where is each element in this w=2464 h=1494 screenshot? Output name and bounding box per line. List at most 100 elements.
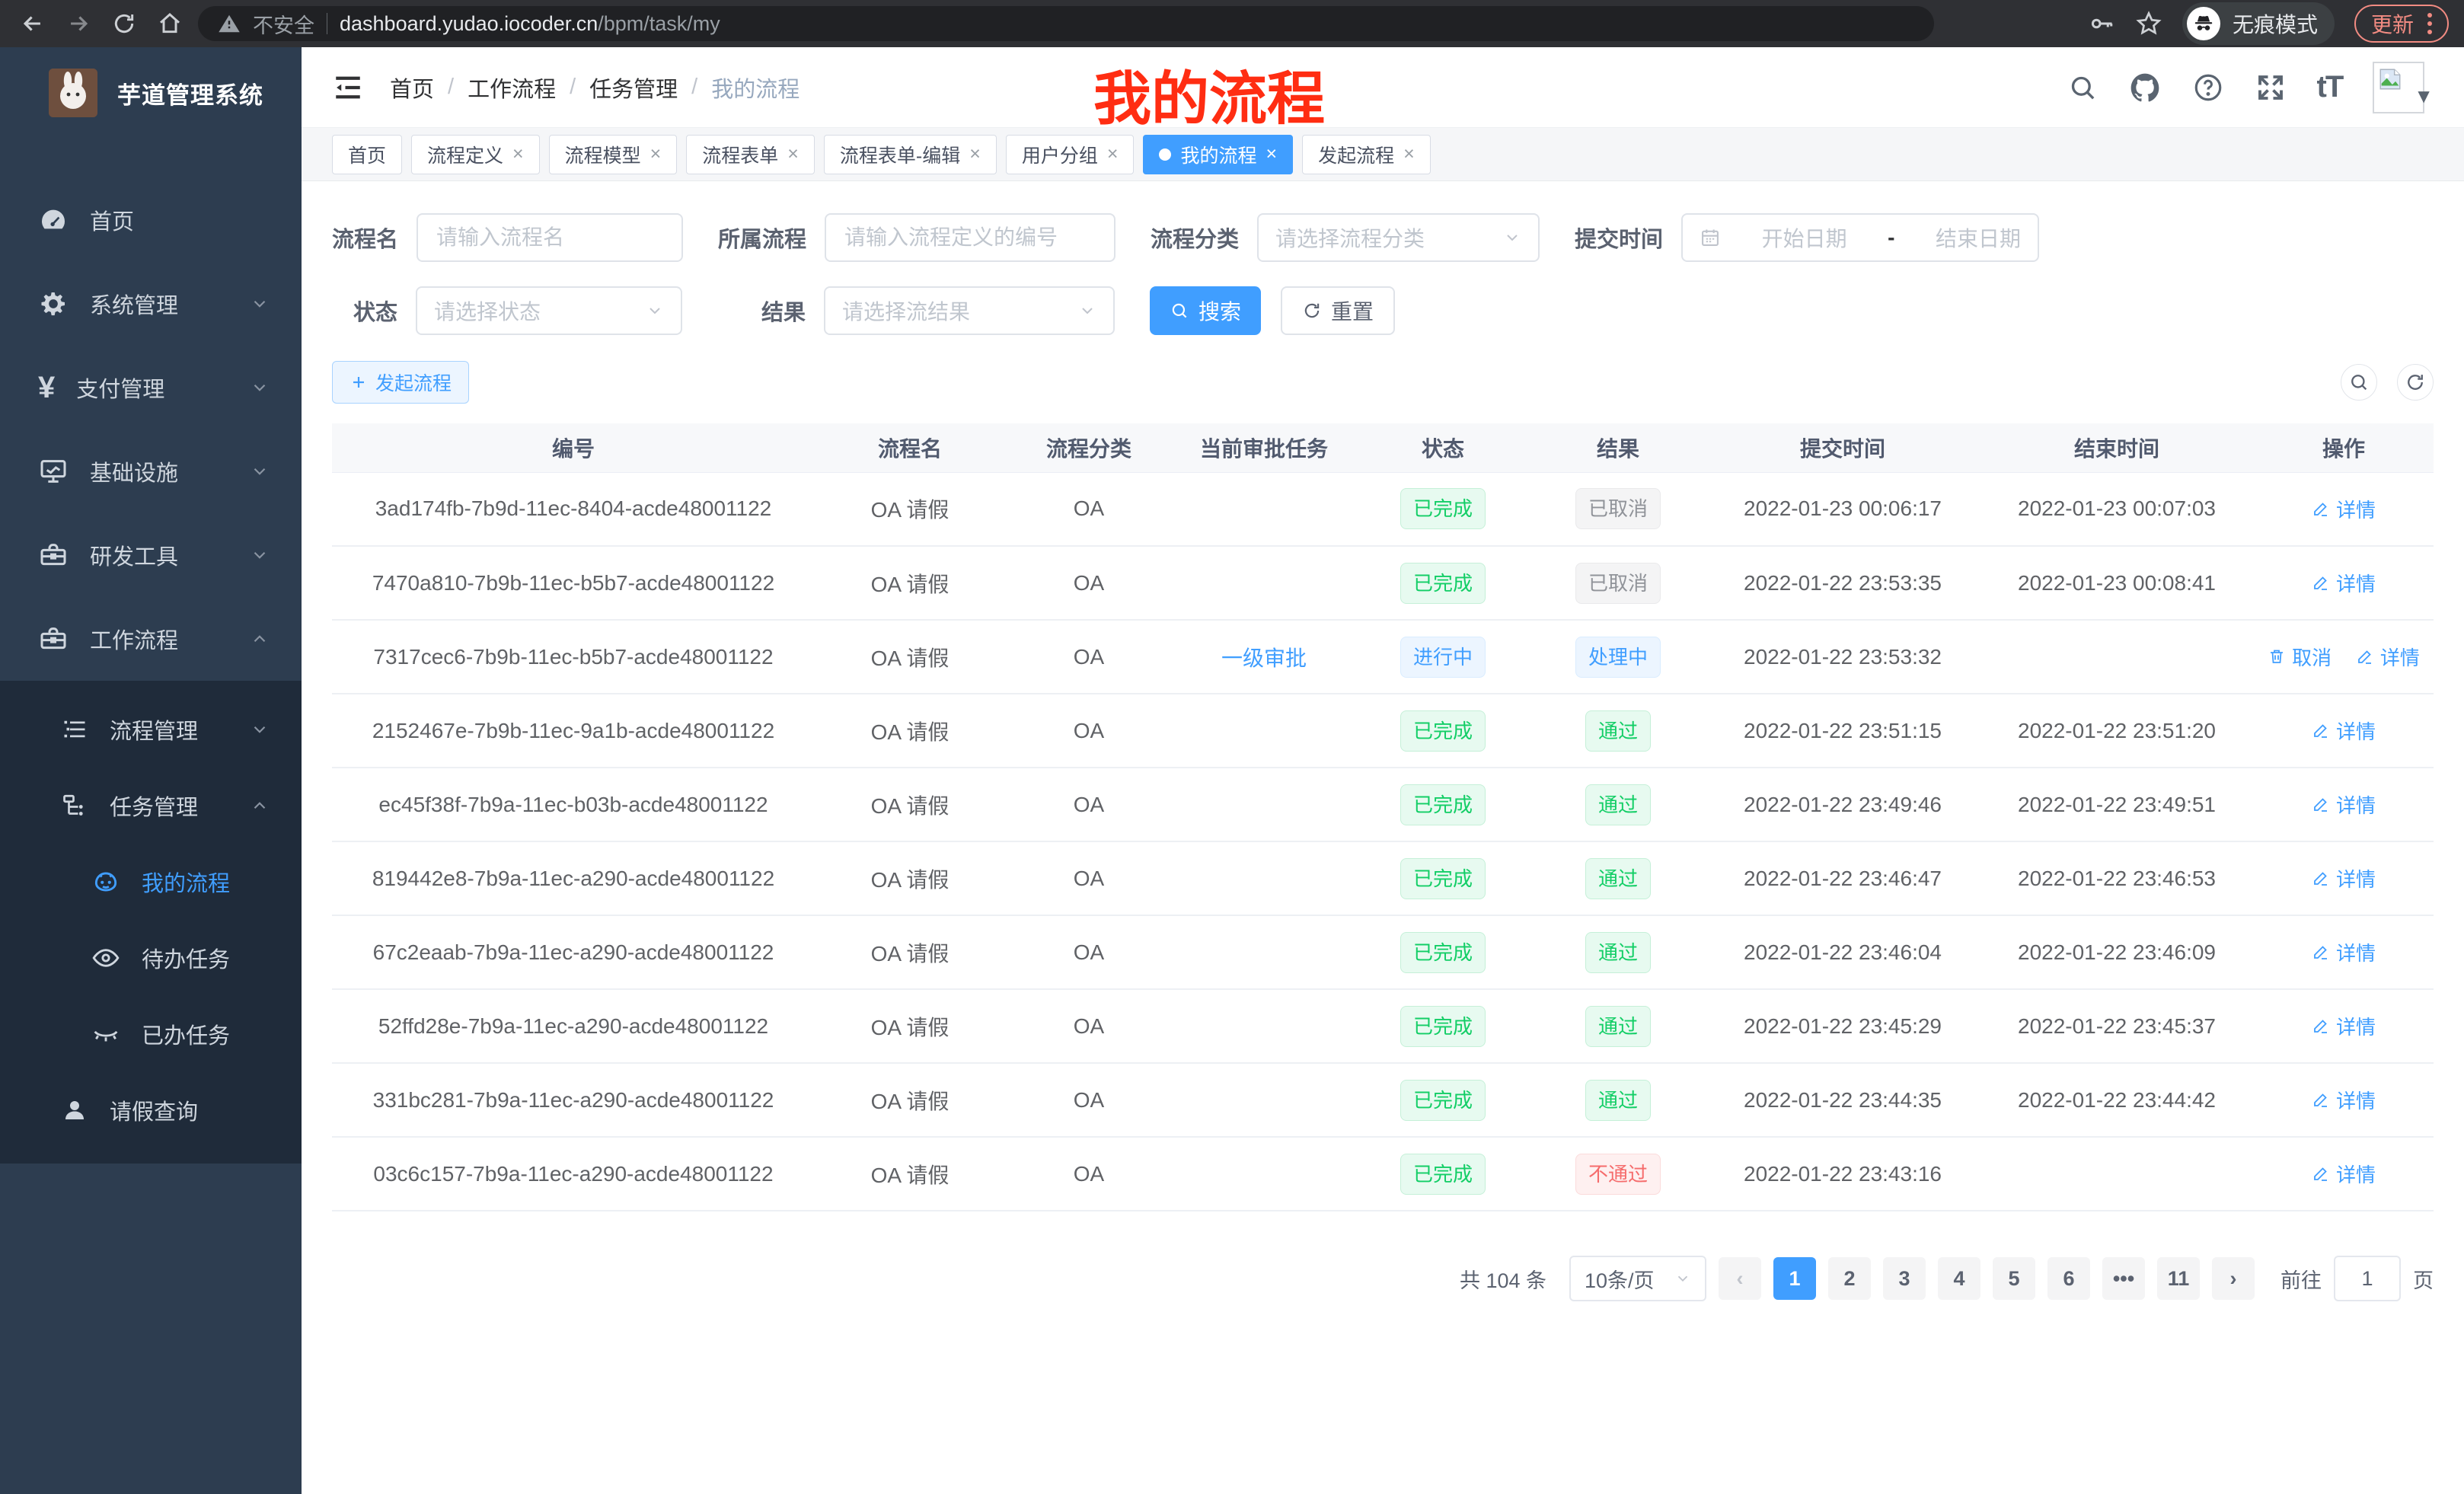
sidebar-item-infra[interactable]: 基础设施 bbox=[0, 429, 302, 513]
browser-reload-icon[interactable] bbox=[107, 6, 142, 41]
detail-link[interactable]: 详情 bbox=[2312, 569, 2376, 597]
next-page-button[interactable]: › bbox=[2212, 1257, 2255, 1300]
category-select[interactable]: 请选择流程分类 bbox=[1257, 213, 1540, 262]
page-button-5[interactable]: 5 bbox=[1993, 1257, 2035, 1300]
status-label: 状态 bbox=[353, 295, 397, 327]
process-name-input[interactable] bbox=[417, 213, 683, 262]
tab-process-form[interactable]: 流程表单× bbox=[686, 135, 815, 174]
collapse-sidebar-icon[interactable] bbox=[332, 72, 364, 104]
detail-link[interactable]: 详情 bbox=[2312, 1086, 2376, 1114]
cell-submit-time: 2022-01-23 00:06:17 bbox=[1706, 472, 1980, 546]
detail-link[interactable]: 详情 bbox=[2312, 495, 2376, 523]
page-button-4[interactable]: 4 bbox=[1938, 1257, 1980, 1300]
detail-link[interactable]: 详情 bbox=[2312, 1012, 2376, 1040]
search-icon[interactable] bbox=[2067, 72, 2098, 103]
end-date-placeholder: 结束日期 bbox=[1936, 222, 2021, 253]
parent-process-input[interactable] bbox=[825, 213, 1116, 262]
tab-process-form-edit[interactable]: 流程表单-编辑× bbox=[824, 135, 997, 174]
reset-button[interactable]: 重置 bbox=[1281, 286, 1395, 335]
result-badge: 通过 bbox=[1585, 932, 1651, 973]
browser-forward-icon[interactable] bbox=[61, 6, 96, 41]
detail-link[interactable]: 详情 bbox=[2312, 864, 2376, 892]
github-icon[interactable] bbox=[2128, 71, 2162, 104]
page-ellipsis[interactable]: ••• bbox=[2102, 1257, 2145, 1300]
close-icon[interactable]: × bbox=[969, 143, 981, 165]
select-placeholder: 请选择流结果 bbox=[842, 295, 970, 326]
close-icon[interactable]: × bbox=[650, 143, 662, 165]
key-icon[interactable] bbox=[2088, 10, 2115, 37]
close-icon[interactable]: × bbox=[1266, 143, 1277, 165]
current-task-link[interactable]: 一级审批 bbox=[1221, 646, 1307, 670]
sidebar-item-my-process[interactable]: 我的流程 bbox=[0, 844, 302, 920]
chevron-down-icon bbox=[250, 545, 270, 565]
sidebar-item-payment[interactable]: ¥ 支付管理 bbox=[0, 346, 302, 429]
detail-link[interactable]: 详情 bbox=[2312, 717, 2376, 745]
search-toggle-icon[interactable] bbox=[2341, 364, 2377, 401]
page-button-3[interactable]: 3 bbox=[1883, 1257, 1926, 1300]
sidebar-item-process-mgmt[interactable]: 流程管理 bbox=[0, 691, 302, 768]
prev-page-button[interactable]: ‹ bbox=[1719, 1257, 1761, 1300]
breadcrumb-item[interactable]: 工作流程 bbox=[468, 72, 556, 104]
fullscreen-icon[interactable] bbox=[2255, 72, 2287, 104]
detail-link[interactable]: 详情 bbox=[2312, 1160, 2376, 1188]
sidebar-item-leave-query[interactable]: 请假查询 bbox=[0, 1072, 302, 1148]
font-size-icon[interactable]: tT bbox=[2317, 70, 2343, 104]
close-icon[interactable]: × bbox=[512, 143, 524, 165]
close-icon[interactable]: × bbox=[1403, 143, 1415, 165]
detail-link[interactable]: 详情 bbox=[2312, 790, 2376, 819]
sidebar-item-done-tasks[interactable]: 已办任务 bbox=[0, 996, 302, 1072]
refresh-table-icon[interactable] bbox=[2397, 364, 2434, 401]
flow-tree-icon bbox=[61, 792, 88, 819]
page-button-6[interactable]: 6 bbox=[2047, 1257, 2090, 1300]
detail-link[interactable]: 详情 bbox=[2312, 938, 2376, 966]
cell-category: OA bbox=[1005, 989, 1173, 1063]
address-bar[interactable]: 不安全 dashboard.yudao.iocoder.cn/bpm/task/… bbox=[198, 6, 1934, 41]
update-button[interactable]: 更新 bbox=[2354, 5, 2449, 43]
start-process-button[interactable]: 发起流程 bbox=[332, 361, 469, 404]
page-size-select[interactable]: 10条/页 bbox=[1569, 1256, 1706, 1301]
browser-menu-icon[interactable] bbox=[2427, 13, 2432, 34]
page-button-2[interactable]: 2 bbox=[1828, 1257, 1871, 1300]
sidebar-item-task-mgmt[interactable]: 任务管理 bbox=[0, 768, 302, 844]
tab-process-definition[interactable]: 流程定义× bbox=[411, 135, 540, 174]
close-icon[interactable]: × bbox=[1107, 143, 1119, 165]
status-select[interactable]: 请选择状态 bbox=[416, 286, 682, 335]
search-button[interactable]: 搜索 bbox=[1150, 286, 1261, 335]
incognito-badge[interactable]: 无痕模式 bbox=[2182, 2, 2335, 45]
page-button-11[interactable]: 11 bbox=[2157, 1257, 2200, 1300]
browser-back-icon[interactable] bbox=[15, 6, 50, 41]
sidebar-item-workflow[interactable]: 工作流程 bbox=[0, 597, 302, 681]
breadcrumb-item[interactable]: 首页 bbox=[390, 72, 434, 104]
sidebar-item-devtools[interactable]: 研发工具 bbox=[0, 513, 302, 597]
tab-user-group[interactable]: 用户分组× bbox=[1006, 135, 1135, 174]
detail-link[interactable]: 详情 bbox=[2356, 643, 2420, 671]
tab-start-process[interactable]: 发起流程× bbox=[1302, 135, 1431, 174]
eye-icon bbox=[91, 943, 120, 972]
result-select[interactable]: 请选择流结果 bbox=[824, 286, 1115, 335]
close-icon[interactable]: × bbox=[787, 143, 799, 165]
page-button-1[interactable]: 1 bbox=[1773, 1257, 1816, 1300]
tab-home[interactable]: 首页 bbox=[332, 135, 402, 174]
goto-page-input[interactable] bbox=[2334, 1256, 2401, 1301]
app-logo[interactable]: 芋道管理系统 bbox=[0, 47, 302, 139]
cell-category: OA bbox=[1005, 841, 1173, 915]
bookmark-star-icon[interactable] bbox=[2135, 10, 2162, 37]
cancel-link[interactable]: 取消 bbox=[2268, 643, 2332, 671]
tab-my-process[interactable]: 我的流程× bbox=[1143, 135, 1293, 174]
browser-home-icon[interactable] bbox=[152, 6, 187, 41]
caret-down-icon[interactable]: ▼ bbox=[2414, 85, 2434, 108]
date-range-picker[interactable]: 开始日期 - 结束日期 bbox=[1681, 213, 2039, 262]
col-result: 结果 bbox=[1530, 423, 1706, 472]
breadcrumb-item[interactable]: 任务管理 bbox=[589, 72, 678, 104]
tab-process-model[interactable]: 流程模型× bbox=[549, 135, 678, 174]
help-icon[interactable] bbox=[2192, 72, 2224, 104]
cell-task bbox=[1173, 1063, 1355, 1137]
edit-icon bbox=[2312, 1164, 2330, 1183]
chevron-up-icon bbox=[250, 629, 270, 649]
cell-task bbox=[1173, 472, 1355, 546]
sidebar-item-home[interactable]: 首页 bbox=[0, 178, 302, 262]
sidebar-item-system[interactable]: 系统管理 bbox=[0, 262, 302, 346]
sidebar-item-todo-tasks[interactable]: 待办任务 bbox=[0, 920, 302, 996]
result-badge: 通过 bbox=[1585, 1080, 1651, 1121]
cell-task bbox=[1173, 1137, 1355, 1211]
